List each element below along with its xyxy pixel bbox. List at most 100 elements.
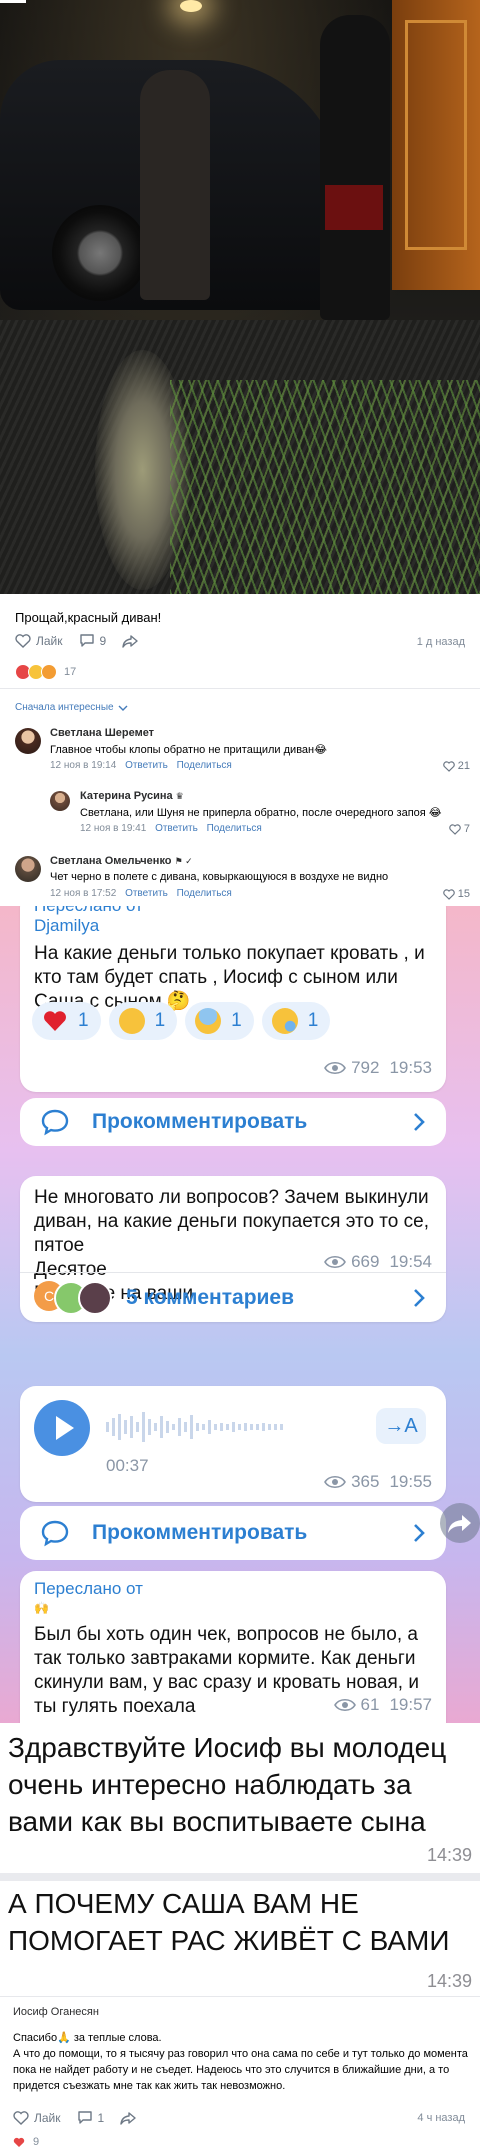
- man-silhouette: [320, 15, 390, 320]
- message-bubble[interactable]: Не многовато ли вопросов? Зачем выкинули…: [20, 1176, 446, 1322]
- comments-button[interactable]: 1: [77, 2110, 104, 2125]
- comment-button-label: Прокомментировать: [92, 1110, 308, 1133]
- message-meta: 792 19:53: [324, 1058, 432, 1078]
- avatar[interactable]: [15, 856, 41, 882]
- comment-author-name: Светлана Омельченко: [50, 855, 172, 867]
- views-count: 365: [351, 1472, 380, 1491]
- comment-text: Светлана, или Шуня не приперла обратно, …: [80, 806, 442, 819]
- message-card[interactable]: Здравствуйте Иосиф вы молодец очень инте…: [0, 1723, 480, 1873]
- forwarded-from[interactable]: Djamilya: [34, 916, 99, 936]
- post-text: Прощай,красный диван!: [15, 610, 162, 625]
- comment-bubble-icon: [41, 1520, 69, 1547]
- comments-count-label: 5 комментариев: [126, 1285, 295, 1309]
- comment-like-count: 7: [463, 823, 470, 835]
- heart-outline-icon: [13, 2110, 29, 2125]
- post-reactions[interactable]: 17: [15, 664, 76, 680]
- reactions-count: 17: [64, 666, 77, 678]
- waveform[interactable]: [106, 1410, 346, 1444]
- comment-like-count: 15: [457, 888, 470, 900]
- comment-button[interactable]: Прокомментировать: [20, 1506, 446, 1560]
- avatar: [78, 1280, 112, 1315]
- views-count: 792: [351, 1058, 380, 1077]
- share-link[interactable]: Поделиться: [177, 888, 232, 899]
- chevron-right-icon: [414, 1113, 425, 1131]
- comment-author[interactable]: Светлана Шеремет: [50, 727, 154, 739]
- share-icon: [120, 2111, 136, 2125]
- comment-author[interactable]: Светлана Омельченко ⚑ ✓: [50, 855, 193, 867]
- comment-icon: [79, 634, 94, 647]
- reactions-count: 9: [33, 2136, 40, 2148]
- comment-date: 12 ноя в 19:14: [50, 760, 117, 771]
- message-time: 19:57: [389, 1695, 432, 1714]
- message-card[interactable]: А ПОЧЕМУ САША ВАМ НЕ ПОМОГАЕТ РАС ЖИВЁТ …: [0, 1881, 480, 1996]
- message-bubble[interactable]: Переслано от 🙌 Был бы хоть один чек, воп…: [20, 1571, 446, 1723]
- comment-like-button[interactable]: 15: [442, 888, 470, 900]
- chat-screenshot: Переслано от Djamilya На какие деньги то…: [0, 906, 480, 1723]
- forwarded-label: Переслано от: [34, 1579, 143, 1598]
- reaction-crying[interactable]: 1: [261, 1002, 331, 1040]
- comment-date: 12 ноя в 17:52: [50, 888, 117, 899]
- thinking-emoji-icon: [118, 1008, 145, 1034]
- heart-outline-icon: [15, 633, 31, 648]
- views-count: 61: [360, 1695, 380, 1714]
- comment-like-count: 21: [457, 760, 470, 772]
- share-link[interactable]: Поделиться: [177, 760, 232, 771]
- reply-link[interactable]: Ответить: [125, 888, 168, 899]
- share-button[interactable]: [120, 2111, 141, 2125]
- video-frame[interactable]: [0, 0, 480, 594]
- forward-button[interactable]: [440, 1503, 480, 1543]
- comment-text: Главное чтобы клопы обратно не притащили…: [50, 744, 327, 756]
- comment-author[interactable]: Катерина Русина ♛: [80, 790, 184, 802]
- video-progress-bar[interactable]: [0, 0, 26, 3]
- message-meta: 365 19:55: [324, 1472, 432, 1492]
- views-count: 669: [351, 1252, 380, 1271]
- comments-button[interactable]: 9: [79, 633, 107, 648]
- comment-body: Светлана, или Шуня не приперла обратно, …: [80, 807, 442, 819]
- street-lamp: [180, 0, 202, 12]
- comments-link[interactable]: C 5 комментариев: [20, 1273, 446, 1322]
- comment-button[interactable]: Прокомментировать: [20, 1098, 446, 1146]
- chevron-right-icon: [414, 1524, 425, 1542]
- share-arrow-icon: [448, 1515, 471, 1533]
- eye-icon: [324, 1061, 347, 1075]
- avatar[interactable]: [15, 728, 41, 754]
- like-button[interactable]: Лайк: [15, 634, 63, 648]
- play-button[interactable]: [34, 1400, 90, 1456]
- reaction-count: 1: [307, 1010, 319, 1031]
- post-time: 1 д назад: [416, 636, 465, 648]
- reaction-scream[interactable]: 1: [185, 1002, 254, 1040]
- share-button[interactable]: [122, 634, 143, 648]
- reply-link[interactable]: Ответить: [155, 823, 198, 834]
- heart-filled-icon: [13, 2137, 25, 2147]
- car-wheel: [52, 205, 148, 301]
- message-text: Здравствуйте Иосиф вы молодец очень инте…: [8, 1732, 447, 1837]
- comment-count: 9: [99, 633, 107, 648]
- comment-like-button[interactable]: 21: [442, 760, 470, 772]
- avatar[interactable]: [50, 791, 70, 811]
- eye-icon: [324, 1475, 347, 1489]
- message-text: А ПОЧЕМУ САША ВАМ НЕ ПОМОГАЕТ РАС ЖИВЁТ …: [8, 1888, 450, 1956]
- reply-link[interactable]: Ответить: [125, 760, 168, 771]
- share-link[interactable]: Поделиться: [207, 823, 262, 834]
- reply-reactions[interactable]: 9: [13, 2136, 39, 2148]
- eye-icon: [333, 1698, 356, 1712]
- message-time: 19:55: [389, 1472, 432, 1491]
- reply-author[interactable]: Иосиф Оганесян: [13, 2006, 99, 2018]
- voice-message-bubble[interactable]: →A 00:37 365 19:55: [20, 1386, 446, 1502]
- message-time: 14:39: [426, 1971, 472, 1991]
- reaction-heart[interactable]: 1: [32, 1002, 101, 1040]
- like-label: Лайк: [36, 633, 63, 648]
- divider: [0, 688, 480, 689]
- sort-dropdown[interactable]: Сначала интересные: [15, 702, 128, 713]
- door-panel: [405, 20, 467, 250]
- divider: [0, 1873, 480, 1881]
- chevron-down-icon: [118, 705, 128, 711]
- comment-like-button[interactable]: 7: [449, 823, 470, 835]
- like-label: Лайк: [34, 2110, 61, 2125]
- like-button[interactable]: Лайк: [13, 2111, 61, 2125]
- comment-meta: 12 ноя в 17:52 Ответить Поделиться: [50, 888, 232, 899]
- reaction-thinking[interactable]: 1: [108, 1002, 178, 1040]
- transcribe-button[interactable]: →A: [376, 1408, 426, 1444]
- commenter-avatars: C: [34, 1280, 112, 1315]
- message-bubble[interactable]: Переслано от Djamilya На какие деньги то…: [20, 906, 446, 1092]
